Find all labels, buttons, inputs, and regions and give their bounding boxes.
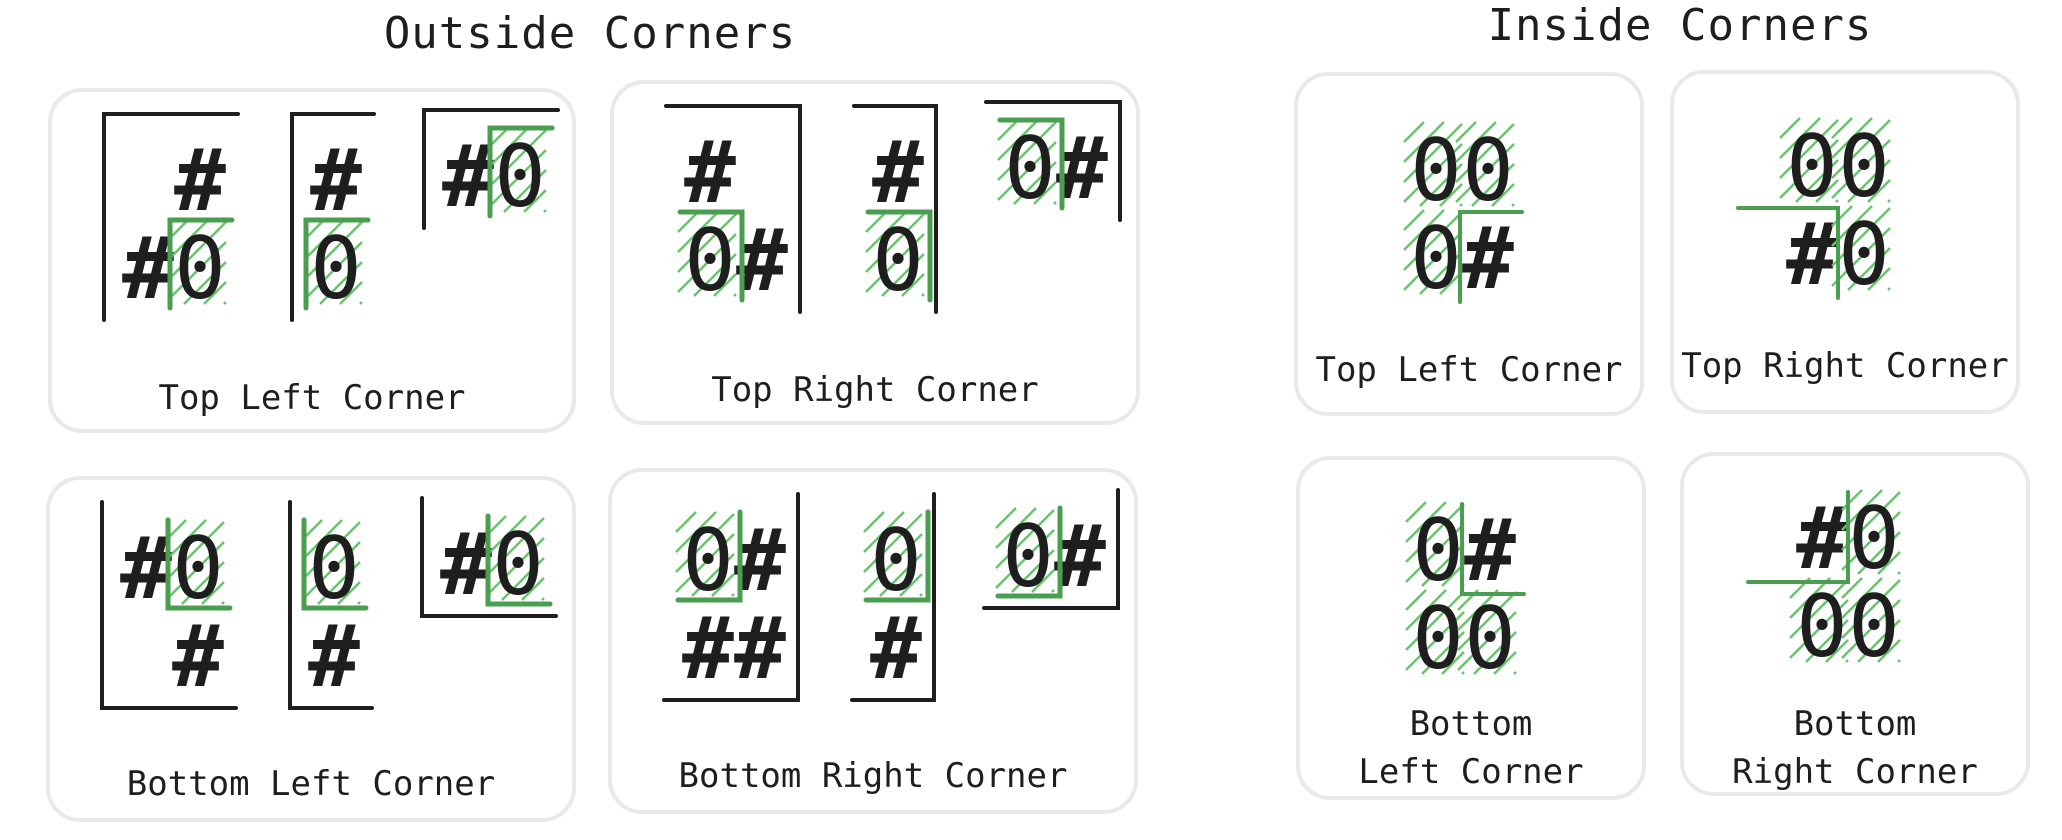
wall-cell-glyph: # <box>120 519 172 619</box>
panel-label: Bottom Left Corner <box>1358 704 1584 792</box>
empty-cell-glyph: 0 <box>1412 501 1464 601</box>
wall-cell-glyph: # <box>174 131 226 231</box>
empty-cell-glyph: 0 <box>172 519 224 619</box>
panel-inside-bottom-right: #0 0 0 Bottom Right Corner <box>1680 452 2030 796</box>
empty-cell-glyph: 0 <box>1838 117 1890 217</box>
wall-cell-glyph: # <box>440 515 492 615</box>
empty-cell-glyph: 0 <box>682 511 734 611</box>
empty-cell-glyph: 0 <box>1796 577 1848 677</box>
wall-cell-glyph: # <box>308 607 360 707</box>
empty-cell-glyph: 0 <box>1838 205 1890 305</box>
panel-label: Bottom Right Corner <box>1732 704 1978 792</box>
panel-outside-top-left: # #0 #0 #0 Top Left Corner <box>48 88 576 433</box>
empty-cell-glyph: 0 <box>1410 121 1462 221</box>
panel-inside-bottom-left: 0 #0 0 Bottom Left Corner <box>1296 456 1646 800</box>
panel-inside-top-left: 0 0 0 # Top Left Corner <box>1294 72 1644 416</box>
empty-cell-glyph: 0 <box>1848 489 1900 589</box>
wall-cell-glyph: # <box>310 131 362 231</box>
wall-cell-glyph: # <box>682 599 734 699</box>
empty-cell-glyph: 0 <box>872 211 924 311</box>
wall-cell-glyph: # <box>1786 205 1838 305</box>
empty-cell-glyph: 0 <box>492 515 544 615</box>
empty-cell-glyph: 0 <box>1002 507 1054 607</box>
panel-label: Top Right Corner <box>711 370 1039 410</box>
panel-label: Bottom Right Corner <box>678 756 1068 796</box>
panel-inside-top-right: 0 0 #0 Top Right Corner <box>1670 70 2020 414</box>
empty-cell-glyph: 0 <box>1410 209 1462 309</box>
empty-cell-glyph: 0 <box>310 219 362 319</box>
panel-label: Bottom Left Corner <box>126 764 496 804</box>
empty-cell-glyph: 0 <box>1848 577 1900 677</box>
panel-outside-bottom-right: 0 # # #0 #0 # Bottom Right Corner <box>608 468 1138 814</box>
empty-cell-glyph: 0 <box>174 219 226 319</box>
empty-cell-glyph: 0 <box>308 519 360 619</box>
wall-cell-glyph: # <box>122 219 174 319</box>
empty-cell-glyph: 0 <box>1464 589 1516 689</box>
empty-cell-glyph: 0 <box>494 127 546 227</box>
wall-cell-glyph: # <box>442 127 494 227</box>
empty-cell-glyph: 0 <box>684 211 736 311</box>
wall-cell-glyph: # <box>172 607 224 707</box>
wall-cell-glyph: # <box>872 123 924 223</box>
panel-outside-bottom-left: #0 #0 # #0 Bottom Left Corner <box>46 476 576 822</box>
wall-cell-glyph: # <box>1462 209 1514 309</box>
inside-corners-title: Inside Corners <box>1487 0 1873 51</box>
wall-cell-glyph: # <box>734 599 786 699</box>
panel-outside-top-right: #0 # #0 0 # Top Right Corner <box>610 80 1140 425</box>
empty-cell-glyph: 0 <box>1786 117 1838 217</box>
wall-cell-glyph: # <box>1464 501 1516 601</box>
panel-label: Top Right Corner <box>1681 346 2009 386</box>
wall-cell-glyph: # <box>870 599 922 699</box>
panel-label: Top Left Corner <box>158 378 466 418</box>
empty-cell-glyph: 0 <box>870 511 922 611</box>
empty-cell-glyph: 0 <box>1004 119 1056 219</box>
empty-cell-glyph: 0 <box>1412 589 1464 689</box>
wall-cell-glyph: # <box>1796 489 1848 589</box>
wall-cell-glyph: # <box>684 123 736 223</box>
empty-cell-glyph: 0 <box>1462 121 1514 221</box>
outside-corners-title: Outside Corners <box>383 8 797 59</box>
panel-label: Top Left Corner <box>1315 350 1623 390</box>
